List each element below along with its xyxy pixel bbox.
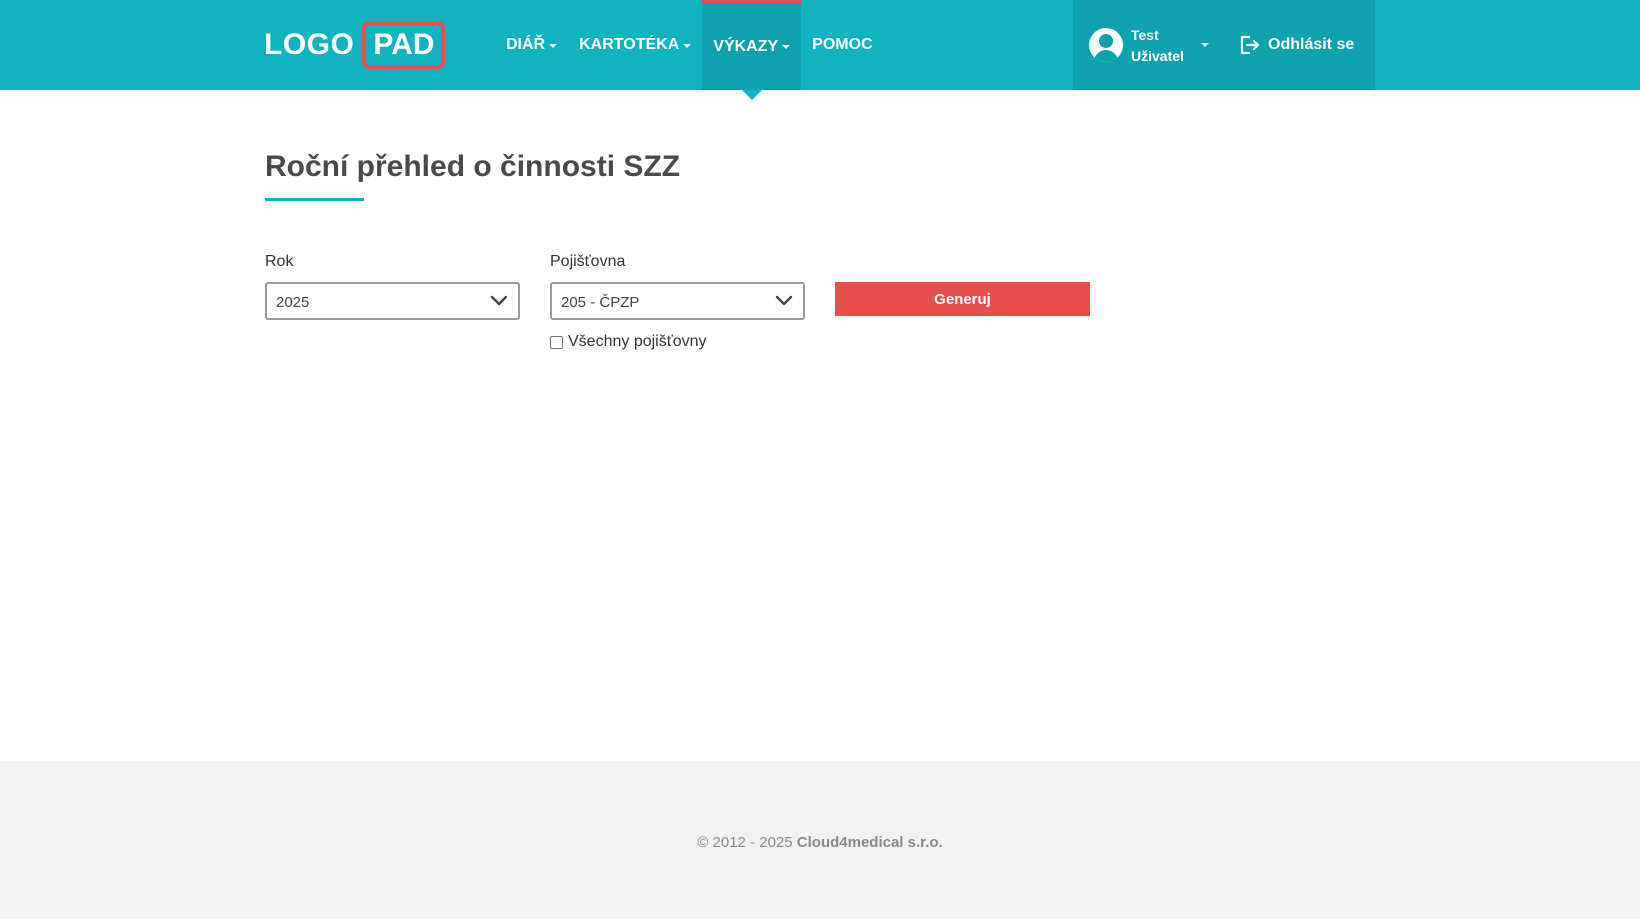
title-underline xyxy=(265,198,364,201)
logout-icon xyxy=(1240,35,1260,55)
all-insurers-checkbox[interactable] xyxy=(550,335,563,349)
chevron-down-icon xyxy=(490,295,508,306)
user-menu-caret-icon[interactable] xyxy=(1201,43,1209,47)
insurer-label: Pojišťovna xyxy=(550,253,626,270)
footer-copyright: © 2012 - 2025 Cloud4medical s.r.o. xyxy=(0,834,1640,851)
insurer-select[interactable]: 205 - ČPZP xyxy=(550,282,805,320)
chevron-down-icon xyxy=(775,295,793,306)
copyright-text: © 2012 - 2025 xyxy=(697,834,793,851)
nav-item-label: KARTOTÉKA xyxy=(579,36,680,53)
page-title: Roční přehled o činnosti SZZ xyxy=(265,150,681,183)
main-nav: DIÁŘ KARTOTÉKA VÝKAZY POMOC xyxy=(495,0,884,100)
caret-down-icon xyxy=(549,43,558,48)
user-name[interactable]: Test Uživatel xyxy=(1131,25,1201,67)
year-label: Rok xyxy=(265,253,294,270)
caret-down-icon xyxy=(683,43,692,48)
all-insurers-row: Všechny pojišťovny xyxy=(550,333,707,351)
nav-item-vykazy[interactable]: VÝKAZY xyxy=(702,0,802,100)
user-avatar-icon[interactable] xyxy=(1089,28,1123,62)
nav-item-label: VÝKAZY xyxy=(713,37,779,55)
footer: © 2012 - 2025 Cloud4medical s.r.o. xyxy=(0,761,1640,919)
insurer-select-value: 205 - ČPZP xyxy=(561,294,640,311)
user-first-name: Test xyxy=(1131,27,1159,43)
active-pointer-icon xyxy=(741,90,762,100)
user-panel: Test Uživatel Odhlásit se xyxy=(1073,0,1375,90)
generate-button[interactable]: Generuj xyxy=(835,282,1090,316)
top-navbar: LOGO PAD DIÁŘ KARTOTÉKA VÝKAZY POMOC Tes… xyxy=(0,0,1640,100)
year-select-value: 2025 xyxy=(276,294,310,311)
logout-button[interactable]: Odhlásit se xyxy=(1238,34,1354,56)
logo[interactable]: LOGO PAD xyxy=(264,20,446,70)
nav-item-label: DIÁŘ xyxy=(506,36,546,53)
nav-item-kartoteka[interactable]: KARTOTÉKA xyxy=(568,0,702,90)
logo-text-logo: LOGO xyxy=(264,28,355,61)
logo-text-pad: PAD xyxy=(362,21,446,69)
nav-item-diar[interactable]: DIÁŘ xyxy=(495,0,568,90)
nav-item-label: POMOC xyxy=(812,36,873,53)
caret-down-icon xyxy=(782,45,791,49)
logout-label: Odhlásit se xyxy=(1268,36,1355,53)
nav-item-pomoc[interactable]: POMOC xyxy=(801,0,883,90)
company-name: Cloud4medical s.r.o. xyxy=(796,834,943,851)
user-last-name: Uživatel xyxy=(1131,48,1184,64)
all-insurers-label[interactable]: Všechny pojišťovny xyxy=(568,333,707,351)
year-select[interactable]: 2025 xyxy=(265,282,520,320)
